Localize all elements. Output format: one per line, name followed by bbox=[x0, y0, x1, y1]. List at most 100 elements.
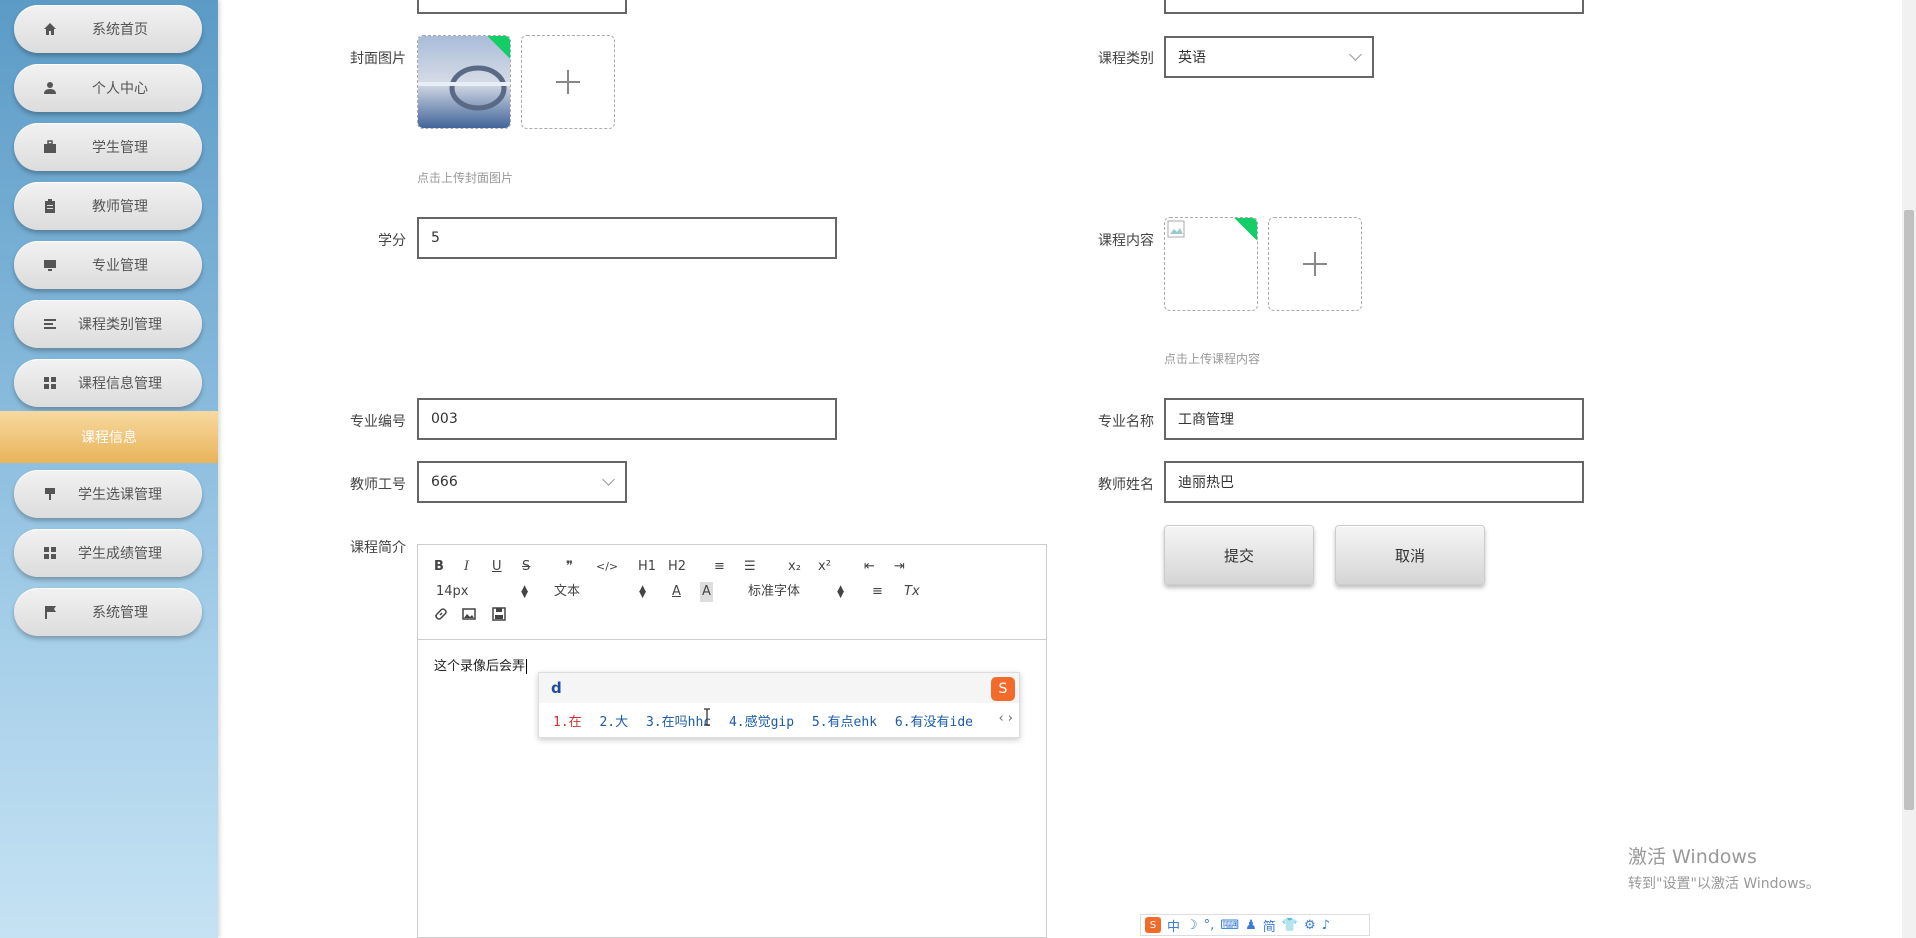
subscript-button[interactable]: x₂ bbox=[788, 557, 801, 577]
plus-icon bbox=[556, 70, 580, 94]
cover-image-thumb[interactable] bbox=[417, 35, 511, 129]
ordered-list-button[interactable]: ≡ bbox=[714, 557, 725, 577]
editor-content-text: 这个录像后会弄 bbox=[434, 659, 526, 674]
content-upload-hint: 点击上传课程内容 bbox=[1164, 352, 1261, 366]
teacher-name-input[interactable]: 迪丽热巴 bbox=[1164, 461, 1584, 503]
align-button[interactable]: ≡ bbox=[872, 582, 883, 602]
plus-icon bbox=[1303, 252, 1327, 276]
ime-candidate[interactable]: 1.在 bbox=[553, 715, 582, 730]
watermark-subtitle: 转到"设置"以激活 Windows。 bbox=[1628, 876, 1820, 892]
skin-icon[interactable]: 👕 bbox=[1282, 918, 1298, 933]
sidebar-item-course-categories[interactable]: 课程类别管理 bbox=[14, 300, 202, 348]
top-left-input-partial[interactable] bbox=[417, 0, 627, 14]
sogou-logo-icon[interactable]: S bbox=[1145, 917, 1161, 933]
punctuation-icon[interactable]: °, bbox=[1204, 918, 1215, 933]
rich-text-editor: B I U S ❞ </> H1 H2 ≡ ☰ x₂ x² ⇤ ⇥ 14px ▲… bbox=[417, 544, 1047, 938]
strike-button[interactable]: S bbox=[522, 557, 530, 577]
ime-candidate[interactable]: 6.有没有ide bbox=[895, 715, 973, 730]
sidebar-item-label: 系统首页 bbox=[92, 22, 148, 38]
ime-page-nav[interactable]: ‹ › bbox=[998, 711, 1013, 726]
ime-candidate-window: d S 1.在 2.大 3.在吗hhc 4.感觉gip 5.有点ehk 6.有没… bbox=[538, 672, 1020, 738]
quote-button[interactable]: ❞ bbox=[566, 557, 573, 577]
bold-button[interactable]: B bbox=[434, 557, 444, 577]
sidebar-item-profile[interactable]: 个人中心 bbox=[14, 64, 202, 112]
sidebar-item-label: 个人中心 bbox=[92, 81, 148, 97]
intro-label: 课程简介 bbox=[350, 540, 406, 556]
teacher-name-label: 教师姓名 bbox=[1098, 477, 1154, 493]
upload-success-mark bbox=[1234, 218, 1257, 241]
indent-decrease-button[interactable]: ⇤ bbox=[864, 557, 875, 577]
chevron-down-icon bbox=[1349, 48, 1362, 61]
ime-candidate[interactable]: 4.感觉gip bbox=[729, 715, 794, 730]
ime-candidate[interactable]: 2.大 bbox=[599, 715, 628, 730]
sidebar-item-home[interactable]: 系统首页 bbox=[14, 5, 202, 53]
background-color-icon[interactable]: A bbox=[700, 582, 713, 602]
h2-button[interactable]: H2 bbox=[668, 557, 686, 577]
updown-caret-icon: ▲ ▼ bbox=[837, 584, 844, 600]
ime-mode-chinese[interactable]: 中 bbox=[1167, 916, 1180, 935]
broken-image-icon bbox=[1167, 220, 1185, 238]
image-icon[interactable] bbox=[462, 607, 476, 628]
sidebar-item-teachers[interactable]: 教师管理 bbox=[14, 182, 202, 230]
indent-increase-button[interactable]: ⇥ bbox=[894, 557, 905, 577]
major-no-value: 003 bbox=[431, 411, 458, 427]
cover-upload-hint: 点击上传封面图片 bbox=[417, 171, 514, 185]
updown-caret-icon: ▲ ▼ bbox=[639, 584, 646, 600]
sidebar-item-label: 教师管理 bbox=[92, 199, 148, 215]
superscript-button[interactable]: x² bbox=[818, 557, 831, 577]
sidebar-item-students[interactable]: 学生管理 bbox=[14, 123, 202, 171]
top-right-input-partial[interactable] bbox=[1164, 0, 1584, 14]
user-icon[interactable]: ♟ bbox=[1245, 918, 1257, 933]
major-name-input[interactable]: 工商管理 bbox=[1164, 398, 1584, 440]
ime-status-bar: S 中 ☽ °, ⌨ ♟ 简 👕 ⚙ ♪ bbox=[1140, 914, 1370, 936]
editor-content[interactable]: 这个录像后会弄​ bbox=[434, 655, 528, 674]
video-icon[interactable] bbox=[492, 607, 506, 628]
sogou-logo-icon[interactable]: S bbox=[991, 677, 1015, 701]
ime-candidate[interactable]: 5.有点ehk bbox=[812, 715, 877, 730]
sidebar-item-system[interactable]: 系统管理 bbox=[14, 588, 202, 636]
text-cursor: ​ bbox=[526, 659, 528, 674]
category-select[interactable]: 英语 bbox=[1164, 36, 1374, 78]
content-label: 课程内容 bbox=[1098, 233, 1154, 249]
cover-upload-button[interactable] bbox=[521, 35, 615, 129]
major-no-input[interactable]: 003 bbox=[417, 398, 837, 440]
sidebar-item-course-info[interactable]: 课程信息管理 bbox=[14, 359, 202, 407]
content-upload-button[interactable] bbox=[1268, 217, 1362, 311]
content-image-thumb[interactable] bbox=[1164, 217, 1258, 311]
settings-gear-icon[interactable]: ⚙ bbox=[1304, 918, 1316, 933]
text-type-select[interactable]: 文本 ▲ ▼ bbox=[554, 582, 646, 602]
sidebar-subitem-label: 课程信息 bbox=[81, 430, 137, 446]
sidebar-item-majors[interactable]: 专业管理 bbox=[14, 241, 202, 289]
bullet-list-button[interactable]: ☰ bbox=[744, 557, 756, 577]
underline-button[interactable]: U bbox=[492, 557, 502, 577]
submit-button[interactable]: 提交 bbox=[1164, 525, 1314, 585]
ime-composition-text: d bbox=[551, 679, 562, 697]
sidebar-subitem-course-info[interactable]: 课程信息 bbox=[0, 411, 218, 463]
cover-label: 封面图片 bbox=[350, 51, 406, 67]
teacher-name-value: 迪丽热巴 bbox=[1178, 475, 1234, 491]
code-button[interactable]: </> bbox=[596, 557, 618, 577]
sidebar-item-label: 课程信息管理 bbox=[78, 376, 162, 392]
moon-icon[interactable]: ☽ bbox=[1186, 918, 1198, 933]
cancel-button[interactable]: 取消 bbox=[1335, 525, 1485, 585]
watermark-title: 激活 Windows bbox=[1628, 846, 1757, 868]
sidebar-item-grades[interactable]: 学生成绩管理 bbox=[14, 529, 202, 577]
keyboard-icon[interactable]: ⌨ bbox=[1220, 918, 1239, 933]
page-scrollbar-thumb[interactable] bbox=[1904, 210, 1914, 810]
link-icon[interactable] bbox=[434, 607, 448, 628]
sidebar-item-label: 学生成绩管理 bbox=[78, 546, 162, 562]
font-size-select[interactable]: 14px ▲ ▼ bbox=[436, 582, 528, 602]
sidebar-item-course-selection[interactable]: 学生选课管理 bbox=[14, 470, 202, 518]
teacher-no-select[interactable]: 666 bbox=[417, 461, 627, 503]
clear-format-button[interactable]: Tx bbox=[904, 582, 920, 602]
ime-simplified-toggle[interactable]: 简 bbox=[1263, 916, 1276, 935]
font-family-select[interactable]: 标准字体 ▲ ▼ bbox=[748, 582, 844, 602]
sidebar-item-label: 学生选课管理 bbox=[78, 487, 162, 503]
font-color-icon[interactable]: A bbox=[672, 582, 681, 602]
credit-input[interactable]: 5 bbox=[417, 217, 837, 259]
tiktok-icon[interactable]: ♪ bbox=[1322, 918, 1330, 933]
h1-button[interactable]: H1 bbox=[638, 557, 656, 577]
sidebar: 系统首页 个人中心 学生管理 教师管理 专业管理 课程类别管理 课程信息管理 课… bbox=[0, 0, 218, 938]
major-no-label: 专业编号 bbox=[350, 414, 406, 430]
italic-button[interactable]: I bbox=[464, 557, 469, 577]
